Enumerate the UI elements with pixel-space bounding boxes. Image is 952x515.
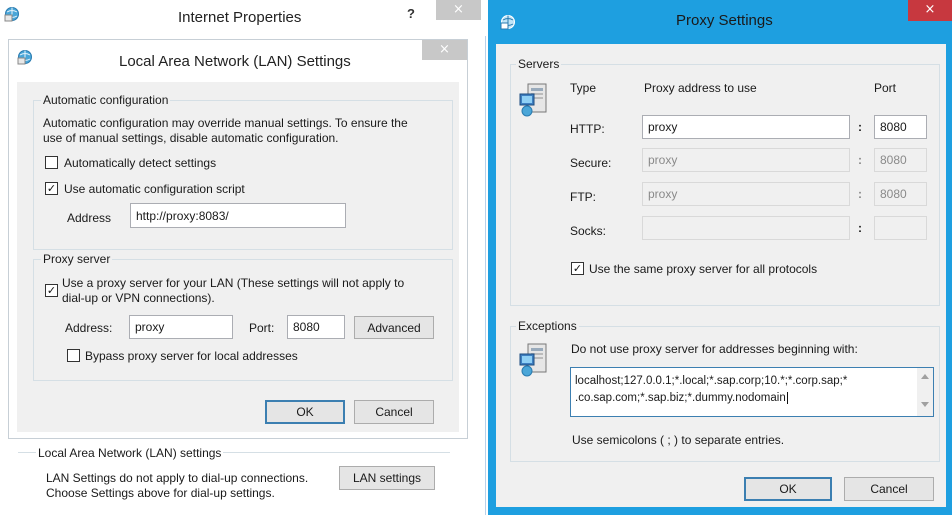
close-icon: × [439, 42, 450, 57]
proxy-address-label: Address: [65, 321, 113, 335]
script-address-input[interactable]: http://proxy:8083/ [130, 203, 346, 228]
http-type-label: HTTP: [570, 122, 605, 136]
close-icon: × [924, 2, 936, 17]
lan-cancel-button[interactable]: Cancel [354, 400, 434, 424]
advanced-button[interactable]: Advanced [354, 316, 434, 339]
close-icon: × [453, 2, 464, 17]
proxy-settings-client: Servers Type Proxy address to use Port H… [496, 44, 946, 507]
script-address-label: Address [67, 211, 112, 225]
use-script-label[interactable]: Use automatic configuration script [64, 182, 245, 196]
use-proxy-label-line2[interactable]: dial-up or VPN connections). [62, 291, 215, 305]
proxy-port-input[interactable]: 8080 [287, 315, 345, 339]
ftp-address-input[interactable]: proxy [642, 182, 850, 206]
proxy-settings-dialog: Proxy Settings × Servers Type Proxy addr… [488, 0, 952, 515]
col-port-header: Port [874, 81, 897, 95]
secure-colon: : [858, 153, 862, 167]
proxy-port-label: Port: [249, 321, 275, 335]
proxy-settings-close-button[interactable]: × [908, 0, 952, 21]
lan-dialog-title: Local Area Network (LAN) Settings [119, 53, 351, 70]
internet-properties-close-button[interactable]: × [436, 0, 481, 20]
socks-colon: : [858, 221, 862, 235]
servers-legend: Servers [516, 57, 562, 71]
socks-address-input[interactable] [642, 216, 850, 240]
proxy-server-legend: Proxy server [41, 252, 113, 266]
network-computer-icon [519, 83, 547, 117]
col-address-header: Proxy address to use [644, 81, 757, 95]
exceptions-legend: Exceptions [516, 319, 579, 333]
proxy-address-input[interactable]: proxy [129, 315, 233, 339]
ftp-port-input[interactable]: 8080 [874, 182, 927, 206]
bypass-local-checkbox[interactable] [67, 349, 80, 362]
exceptions-textarea[interactable]: localhost;127.0.0.1;*.local;*.sap.corp;1… [570, 367, 934, 417]
network-computer-icon [519, 343, 547, 377]
semicolon-note: Use semicolons ( ; ) to separate entries… [572, 433, 785, 447]
ftp-type-label: FTP: [570, 190, 596, 204]
lan-group-label: Local Area Network (LAN) settings [36, 446, 224, 460]
internet-options-icon [500, 15, 515, 30]
internet-properties-title: Internet Properties [178, 9, 302, 26]
scroll-up-icon[interactable] [921, 374, 929, 379]
internet-options-icon [4, 7, 19, 22]
internet-options-icon [17, 50, 32, 65]
auto-detect-label[interactable]: Automatically detect settings [64, 156, 216, 170]
auto-config-desc-line1: Automatic configuration may override man… [43, 116, 408, 130]
http-colon: : [858, 120, 862, 134]
help-button[interactable]: ? [407, 6, 415, 21]
auto-config-legend: Automatic configuration [41, 93, 171, 107]
lan-settings-dialog: Local Area Network (LAN) Settings × Auto… [8, 39, 468, 439]
col-type-header: Type [570, 81, 597, 95]
exceptions-scrollbar[interactable] [917, 368, 933, 416]
bypass-local-label[interactable]: Bypass proxy server for local addresses [85, 349, 298, 363]
exceptions-desc: Do not use proxy server for addresses be… [571, 342, 858, 356]
proxy-cancel-button[interactable]: Cancel [844, 477, 934, 501]
use-proxy-label-line1[interactable]: Use a proxy server for your LAN (These s… [62, 276, 404, 290]
http-port-input[interactable]: 8080 [874, 115, 927, 139]
exceptions-line1: localhost;127.0.0.1;*.local;*.sap.corp;1… [575, 375, 848, 387]
socks-port-input[interactable] [874, 216, 927, 240]
use-script-checkbox[interactable]: ✓ [45, 182, 58, 195]
socks-type-label: Socks: [570, 224, 607, 238]
secure-type-label: Secure: [570, 156, 612, 170]
lan-desc-line2: Choose Settings above for dial-up settin… [46, 486, 275, 500]
auto-detect-checkbox[interactable] [45, 156, 58, 169]
same-proxy-checkbox[interactable]: ✓ [571, 262, 584, 275]
lan-ok-button[interactable]: OK [265, 400, 345, 424]
ftp-colon: : [858, 187, 862, 201]
proxy-ok-button[interactable]: OK [744, 477, 832, 501]
proxy-settings-title: Proxy Settings [676, 12, 773, 29]
lan-dialog-client: Automatic configuration Automatic config… [17, 82, 459, 432]
lan-desc-line1: LAN Settings do not apply to dial-up con… [46, 471, 309, 485]
exceptions-line2: .co.sap.com;*.sap.biz;*.dummy.nodomain [575, 392, 788, 404]
scroll-down-icon[interactable] [921, 402, 929, 407]
lan-dialog-close-button[interactable]: × [422, 40, 467, 60]
same-proxy-label[interactable]: Use the same proxy server for all protoc… [589, 262, 817, 276]
lan-settings-button[interactable]: LAN settings [339, 466, 435, 490]
auto-config-desc-line2: use of manual settings, disable automati… [43, 131, 339, 145]
secure-address-input[interactable]: proxy [642, 148, 850, 172]
use-proxy-checkbox[interactable]: ✓ [45, 284, 58, 297]
secure-port-input[interactable]: 8080 [874, 148, 927, 172]
http-address-input[interactable]: proxy [642, 115, 850, 139]
